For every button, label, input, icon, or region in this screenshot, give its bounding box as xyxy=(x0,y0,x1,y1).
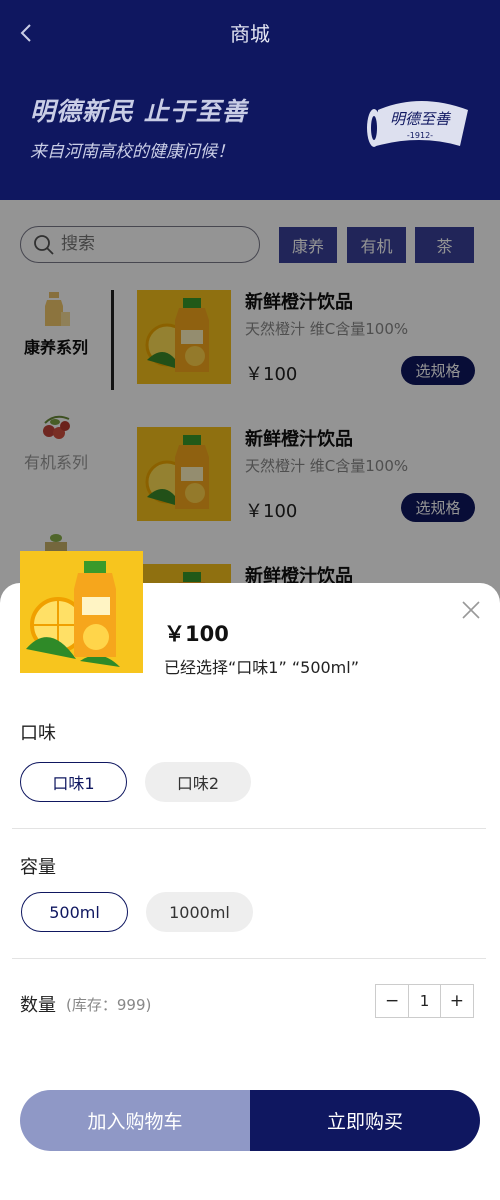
header: 商城 明德新民 止于至善 来自河南高校的健康问候！ 明德至善 -1912- xyxy=(0,0,500,200)
buy-now-button[interactable]: 立即购买 xyxy=(250,1090,480,1151)
flavor-option-2[interactable]: 口味2 xyxy=(145,762,251,802)
selected-price: ￥100 xyxy=(164,622,229,646)
spec-selection-sheet: ￥100 已经选择“口味1” “500ml” 口味 口味1 口味2 容量 500… xyxy=(0,551,500,1200)
banner-title: 明德新民 止于至善 xyxy=(30,97,248,126)
page-title: 商城 xyxy=(230,22,270,46)
add-to-cart-button[interactable]: 加入购物车 xyxy=(20,1090,250,1151)
flavor-label: 口味 xyxy=(20,723,56,744)
decrement-button[interactable]: − xyxy=(376,985,409,1017)
capacity-label: 容量 xyxy=(20,857,56,878)
close-icon xyxy=(462,601,480,619)
divider xyxy=(12,828,486,829)
banner-subtitle: 来自河南高校的健康问候！ xyxy=(30,142,234,162)
svg-text:明德至善: 明德至善 xyxy=(390,110,452,128)
divider xyxy=(12,958,486,959)
flavor-option-1[interactable]: 口味1 xyxy=(20,762,127,802)
increment-button[interactable]: + xyxy=(440,985,473,1017)
svg-text:-1912-: -1912- xyxy=(407,131,433,140)
university-logo: 明德至善 -1912- xyxy=(367,101,468,147)
capacity-option-1000ml[interactable]: 1000ml xyxy=(146,892,253,932)
stock-count: (库存：999) xyxy=(66,996,152,1014)
capacity-option-500ml[interactable]: 500ml xyxy=(21,892,128,932)
selected-summary: 已经选择“口味1” “500ml” xyxy=(164,658,359,677)
quantity-label: 数量 xyxy=(20,995,56,1016)
close-button[interactable] xyxy=(460,599,482,621)
quantity-value[interactable]: 1 xyxy=(408,985,441,1017)
product-image xyxy=(20,551,143,673)
quantity-stepper: − 1 + xyxy=(375,984,474,1018)
